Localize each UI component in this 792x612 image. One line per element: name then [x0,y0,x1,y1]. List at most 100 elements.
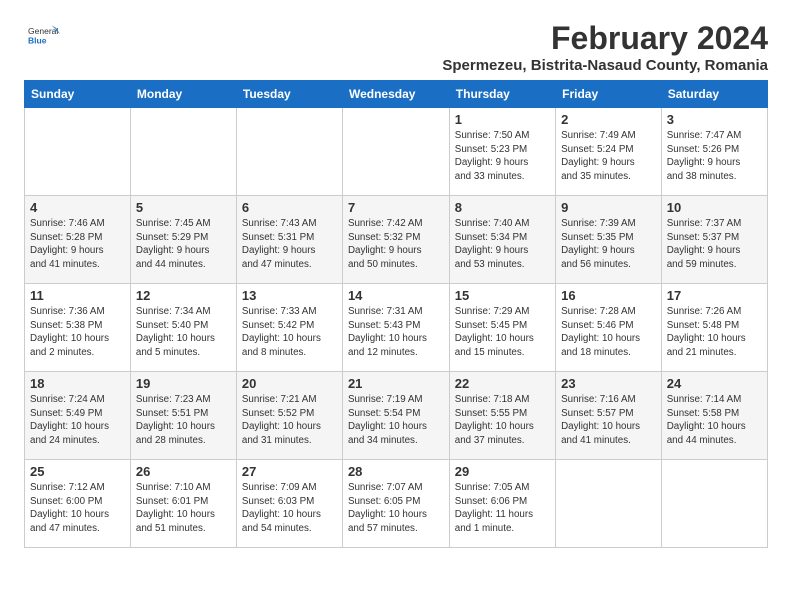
day-number: 8 [455,200,550,215]
calendar-cell: 27 Sunrise: 7:09 AM Sunset: 6:03 PM Dayli… [236,460,342,548]
calendar-cell: 11 Sunrise: 7:36 AM Sunset: 5:38 PM Dayli… [25,284,131,372]
weekday-header-sunday: Sunday [25,81,131,108]
day-info: Sunrise: 7:50 AM Sunset: 5:23 PM Dayligh… [455,129,550,184]
day-info: Sunrise: 7:07 AM Sunset: 6:05 PM Dayligh… [348,481,444,536]
header: General Blue February 2024 Spermezeu, Bi… [24,20,768,74]
weekday-header-friday: Friday [556,81,662,108]
day-number: 3 [667,112,762,127]
calendar-cell: 20 Sunrise: 7:21 AM Sunset: 5:52 PM Dayli… [236,372,342,460]
day-number: 16 [561,288,656,303]
day-info: Sunrise: 7:09 AM Sunset: 6:03 PM Dayligh… [242,481,337,536]
day-number: 23 [561,376,656,391]
calendar-cell: 15Sunrise: 7:29 AM Sunset: 5:45 PM Dayli… [449,284,555,372]
day-info: Sunrise: 7:23 AM Sunset: 5:51 PM Dayligh… [136,393,231,448]
calendar-cell: 5 Sunrise: 7:45 AM Sunset: 5:29 PM Daylig… [130,196,236,284]
calendar-cell: 17 Sunrise: 7:26 AM Sunset: 5:48 PM Dayli… [661,284,767,372]
day-number: 24 [667,376,762,391]
day-number: 28 [348,464,444,479]
day-number: 18 [30,376,125,391]
calendar-cell [342,108,449,196]
calendar-row-1: 1 Sunrise: 7:50 AM Sunset: 5:23 PM Daylig… [25,108,768,196]
day-number: 29 [455,464,550,479]
calendar-cell: 25Sunrise: 7:12 AM Sunset: 6:00 PM Dayli… [25,460,131,548]
day-info: Sunrise: 7:29 AM Sunset: 5:45 PM Dayligh… [455,305,550,360]
calendar-cell: 4Sunrise: 7:46 AM Sunset: 5:28 PM Daylig… [25,196,131,284]
day-info: Sunrise: 7:45 AM Sunset: 5:29 PM Dayligh… [136,217,231,272]
calendar-cell: 22Sunrise: 7:18 AM Sunset: 5:55 PM Dayli… [449,372,555,460]
weekday-header-monday: Monday [130,81,236,108]
day-info: Sunrise: 7:37 AM Sunset: 5:37 PM Dayligh… [667,217,762,272]
svg-text:Blue: Blue [28,35,47,45]
day-number: 6 [242,200,337,215]
title-block: February 2024 Spermezeu, Bistrita-Nasaud… [442,20,768,74]
weekday-header-thursday: Thursday [449,81,555,108]
calendar-cell: 9 Sunrise: 7:39 AM Sunset: 5:35 PM Daylig… [556,196,662,284]
day-number: 11 [30,288,125,303]
calendar-cell: 26Sunrise: 7:10 AM Sunset: 6:01 PM Dayli… [130,460,236,548]
day-info: Sunrise: 7:47 AM Sunset: 5:26 PM Dayligh… [667,129,762,184]
calendar-cell [661,460,767,548]
day-number: 9 [561,200,656,215]
day-number: 27 [242,464,337,479]
day-info: Sunrise: 7:16 AM Sunset: 5:57 PM Dayligh… [561,393,656,448]
calendar-cell [130,108,236,196]
day-info: Sunrise: 7:31 AM Sunset: 5:43 PM Dayligh… [348,305,444,360]
calendar-cell: 12Sunrise: 7:34 AM Sunset: 5:40 PM Dayli… [130,284,236,372]
subtitle: Spermezeu, Bistrita-Nasaud County, Roman… [442,57,768,74]
calendar-cell: 19 Sunrise: 7:23 AM Sunset: 5:51 PM Dayli… [130,372,236,460]
day-info: Sunrise: 7:36 AM Sunset: 5:38 PM Dayligh… [30,305,125,360]
calendar-cell: 23 Sunrise: 7:16 AM Sunset: 5:57 PM Dayli… [556,372,662,460]
calendar-row-4: 18 Sunrise: 7:24 AM Sunset: 5:49 PM Dayli… [25,372,768,460]
day-number: 19 [136,376,231,391]
day-number: 7 [348,200,444,215]
day-number: 14 [348,288,444,303]
calendar-cell: 6 Sunrise: 7:43 AM Sunset: 5:31 PM Daylig… [236,196,342,284]
day-number: 10 [667,200,762,215]
day-info: Sunrise: 7:19 AM Sunset: 5:54 PM Dayligh… [348,393,444,448]
day-info: Sunrise: 7:34 AM Sunset: 5:40 PM Dayligh… [136,305,231,360]
weekday-header-wednesday: Wednesday [342,81,449,108]
calendar-cell: 1 Sunrise: 7:50 AM Sunset: 5:23 PM Daylig… [449,108,555,196]
day-info: Sunrise: 7:39 AM Sunset: 5:35 PM Dayligh… [561,217,656,272]
day-info: Sunrise: 7:46 AM Sunset: 5:28 PM Dayligh… [30,217,125,272]
weekday-header-row: SundayMondayTuesdayWednesdayThursdayFrid… [25,81,768,108]
day-number: 5 [136,200,231,215]
weekday-header-saturday: Saturday [661,81,767,108]
calendar-cell: 24Sunrise: 7:14 AM Sunset: 5:58 PM Dayli… [661,372,767,460]
day-number: 13 [242,288,337,303]
calendar-cell: 28 Sunrise: 7:07 AM Sunset: 6:05 PM Dayli… [342,460,449,548]
calendar-cell: 10 Sunrise: 7:37 AM Sunset: 5:37 PM Dayli… [661,196,767,284]
day-info: Sunrise: 7:42 AM Sunset: 5:32 PM Dayligh… [348,217,444,272]
day-number: 1 [455,112,550,127]
day-info: Sunrise: 7:24 AM Sunset: 5:49 PM Dayligh… [30,393,125,448]
calendar-cell: 2Sunrise: 7:49 AM Sunset: 5:24 PM Daylig… [556,108,662,196]
day-info: Sunrise: 7:43 AM Sunset: 5:31 PM Dayligh… [242,217,337,272]
calendar-cell: 8 Sunrise: 7:40 AM Sunset: 5:34 PM Daylig… [449,196,555,284]
day-info: Sunrise: 7:26 AM Sunset: 5:48 PM Dayligh… [667,305,762,360]
day-number: 25 [30,464,125,479]
logo-icon: General Blue [28,20,60,52]
calendar-cell: 14 Sunrise: 7:31 AM Sunset: 5:43 PM Dayli… [342,284,449,372]
day-info: Sunrise: 7:33 AM Sunset: 5:42 PM Dayligh… [242,305,337,360]
day-info: Sunrise: 7:18 AM Sunset: 5:55 PM Dayligh… [455,393,550,448]
day-info: Sunrise: 7:40 AM Sunset: 5:34 PM Dayligh… [455,217,550,272]
logo: General Blue [24,20,60,57]
calendar-cell [556,460,662,548]
weekday-header-tuesday: Tuesday [236,81,342,108]
day-info: Sunrise: 7:10 AM Sunset: 6:01 PM Dayligh… [136,481,231,536]
day-info: Sunrise: 7:21 AM Sunset: 5:52 PM Dayligh… [242,393,337,448]
day-number: 20 [242,376,337,391]
day-number: 21 [348,376,444,391]
calendar-cell: 13 Sunrise: 7:33 AM Sunset: 5:42 PM Dayli… [236,284,342,372]
calendar-cell [236,108,342,196]
calendar-cell [25,108,131,196]
calendar-cell: 3 Sunrise: 7:47 AM Sunset: 5:26 PM Daylig… [661,108,767,196]
day-number: 17 [667,288,762,303]
calendar-cell: 21 Sunrise: 7:19 AM Sunset: 5:54 PM Dayli… [342,372,449,460]
main-title: February 2024 [442,20,768,57]
day-number: 2 [561,112,656,127]
day-info: Sunrise: 7:28 AM Sunset: 5:46 PM Dayligh… [561,305,656,360]
calendar-row-5: 25Sunrise: 7:12 AM Sunset: 6:00 PM Dayli… [25,460,768,548]
calendar-cell: 29Sunrise: 7:05 AM Sunset: 6:06 PM Dayli… [449,460,555,548]
calendar: SundayMondayTuesdayWednesdayThursdayFrid… [24,80,768,548]
